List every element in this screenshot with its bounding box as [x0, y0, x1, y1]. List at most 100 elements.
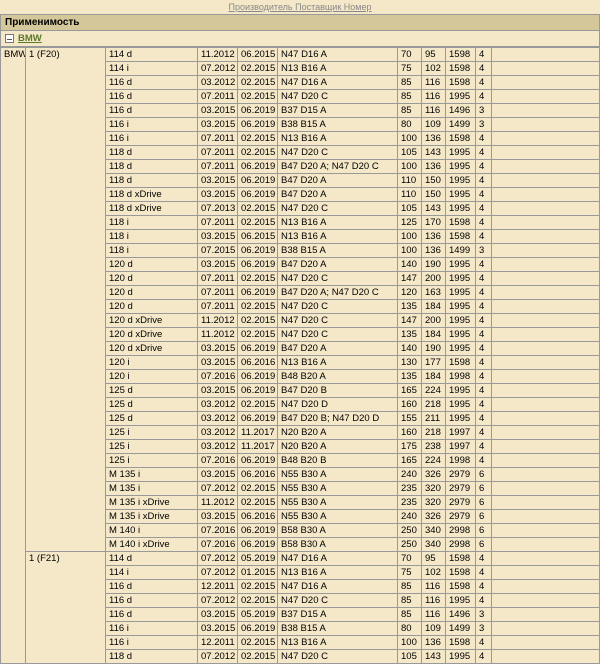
date-to-cell: 02.2015: [238, 132, 278, 146]
displacement-cell: 1997: [446, 440, 476, 454]
variant-cell: 120 d: [106, 286, 198, 300]
power-kw-cell: 160: [398, 426, 422, 440]
cylinders-cell: 6: [476, 538, 492, 552]
power-kw-cell: 100: [398, 244, 422, 258]
power-hp-cell: 109: [422, 118, 446, 132]
tail-cell: [492, 356, 600, 370]
cylinders-cell: 6: [476, 524, 492, 538]
date-from-cell: 03.2015: [198, 608, 238, 622]
collapse-icon[interactable]: [5, 34, 14, 43]
tail-cell: [492, 580, 600, 594]
variant-cell: 116 i: [106, 622, 198, 636]
engine-cell: B38 B15 A: [278, 622, 398, 636]
date-to-cell: 06.2019: [238, 384, 278, 398]
power-kw-cell: 155: [398, 412, 422, 426]
engine-cell: B47 D20 A: [278, 258, 398, 272]
variant-cell: 125 d: [106, 398, 198, 412]
table-row: 1 (F21)114 d07.201205.2019N47 D16 A70951…: [1, 552, 600, 566]
top-links[interactable]: Производитель Поставщик Номер: [0, 0, 600, 14]
date-to-cell: 02.2015: [238, 580, 278, 594]
engine-cell: N47 D20 C: [278, 146, 398, 160]
date-to-cell: 01.2015: [238, 566, 278, 580]
cylinders-cell: 3: [476, 622, 492, 636]
variant-cell: M 135 i xDrive: [106, 510, 198, 524]
power-kw-cell: 110: [398, 188, 422, 202]
displacement-cell: 1995: [446, 202, 476, 216]
tail-cell: [492, 342, 600, 356]
engine-cell: N13 B16 A: [278, 356, 398, 370]
tail-cell: [492, 468, 600, 482]
power-kw-cell: 147: [398, 314, 422, 328]
date-from-cell: 07.2012: [198, 482, 238, 496]
date-from-cell: 03.2012: [198, 76, 238, 90]
power-kw-cell: 235: [398, 496, 422, 510]
power-hp-cell: 116: [422, 594, 446, 608]
variant-cell: 116 d: [106, 90, 198, 104]
date-from-cell: 07.2012: [198, 594, 238, 608]
tail-cell: [492, 566, 600, 580]
cylinders-cell: 4: [476, 258, 492, 272]
cylinders-cell: 4: [476, 650, 492, 664]
engine-cell: N13 B16 A: [278, 566, 398, 580]
date-from-cell: 03.2015: [198, 356, 238, 370]
engine-cell: B47 D20 A; N47 D20 C: [278, 160, 398, 174]
displacement-cell: 1598: [446, 62, 476, 76]
tail-cell: [492, 202, 600, 216]
date-to-cell: 06.2019: [238, 454, 278, 468]
power-hp-cell: 136: [422, 244, 446, 258]
cylinders-cell: 3: [476, 608, 492, 622]
displacement-cell: 2979: [446, 510, 476, 524]
brand-expand-row[interactable]: BMW: [0, 31, 600, 47]
power-kw-cell: 105: [398, 202, 422, 216]
variant-cell: 120 d: [106, 300, 198, 314]
date-to-cell: 06.2019: [238, 286, 278, 300]
date-to-cell: 02.2015: [238, 482, 278, 496]
date-from-cell: 03.2015: [198, 230, 238, 244]
tail-cell: [492, 62, 600, 76]
engine-cell: B47 D20 A: [278, 188, 398, 202]
cylinders-cell: 4: [476, 426, 492, 440]
power-kw-cell: 85: [398, 76, 422, 90]
cylinders-cell: 4: [476, 454, 492, 468]
variant-cell: M 135 i: [106, 468, 198, 482]
displacement-cell: 1598: [446, 76, 476, 90]
date-from-cell: 11.2012: [198, 314, 238, 328]
variant-cell: 114 d: [106, 552, 198, 566]
cylinders-cell: 3: [476, 118, 492, 132]
tail-cell: [492, 552, 600, 566]
cylinders-cell: 4: [476, 202, 492, 216]
variant-cell: 125 i: [106, 454, 198, 468]
tail-cell: [492, 636, 600, 650]
tail-cell: [492, 426, 600, 440]
power-hp-cell: 116: [422, 608, 446, 622]
date-from-cell: 03.2015: [198, 118, 238, 132]
displacement-cell: 1995: [446, 384, 476, 398]
section-title: Применимость: [0, 14, 600, 31]
engine-cell: B48 B20 A: [278, 370, 398, 384]
cylinders-cell: 6: [476, 482, 492, 496]
power-hp-cell: 320: [422, 482, 446, 496]
cylinders-cell: 4: [476, 188, 492, 202]
tail-cell: [492, 132, 600, 146]
engine-cell: N55 B30 A: [278, 496, 398, 510]
engine-cell: B47 D20 A: [278, 174, 398, 188]
engine-cell: B47 D20 A; N47 D20 C: [278, 286, 398, 300]
variant-cell: 118 i: [106, 244, 198, 258]
displacement-cell: 1598: [446, 356, 476, 370]
engine-cell: B37 D15 A: [278, 104, 398, 118]
variant-cell: M 135 i xDrive: [106, 496, 198, 510]
date-from-cell: 07.2012: [198, 650, 238, 664]
power-kw-cell: 135: [398, 370, 422, 384]
date-from-cell: 07.2012: [198, 566, 238, 580]
displacement-cell: 1496: [446, 608, 476, 622]
engine-cell: N55 B30 A: [278, 468, 398, 482]
tail-cell: [492, 286, 600, 300]
displacement-cell: 1995: [446, 90, 476, 104]
date-from-cell: 07.2011: [198, 132, 238, 146]
variant-cell: 116 d: [106, 76, 198, 90]
date-to-cell: 05.2019: [238, 608, 278, 622]
date-from-cell: 03.2015: [198, 174, 238, 188]
date-to-cell: 02.2015: [238, 650, 278, 664]
maker-cell: BMW: [1, 48, 26, 664]
brand-label[interactable]: BMW: [18, 33, 42, 44]
